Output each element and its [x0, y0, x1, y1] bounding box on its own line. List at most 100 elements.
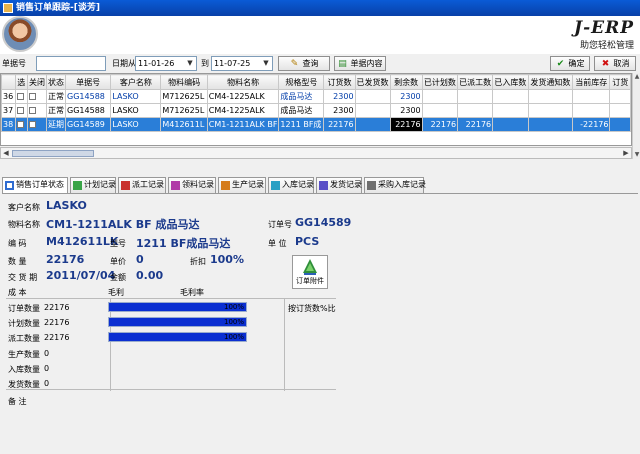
column-header[interactable]: 已发货数 — [354, 74, 391, 90]
quantity-label: 数 量 — [8, 257, 27, 266]
checkmark-icon: ✔ — [556, 59, 565, 69]
cell-stocked — [492, 117, 529, 132]
column-header[interactable]: 物料名称 — [206, 74, 280, 90]
purchase-icon — [367, 181, 376, 190]
chevron-down-icon[interactable]: ▼ — [261, 58, 271, 69]
search-icon: ✎ — [290, 59, 299, 69]
close-icon: ✖ — [601, 59, 610, 69]
progress-value: 0 — [44, 364, 50, 373]
tab-stock-in-records[interactable]: 入库记录 — [268, 177, 314, 193]
progress-percent: 100% — [223, 318, 244, 326]
tab-purchase-stock-in-records[interactable]: 采购入库记录 — [364, 177, 426, 193]
column-header[interactable]: 已派工数 — [457, 74, 494, 90]
cell-dispatched: 22176 — [457, 117, 494, 132]
cancel-button-label: 取消 — [613, 59, 630, 68]
cell-extra — [609, 89, 631, 104]
tab-label: 发货记录 — [330, 180, 362, 189]
column-header[interactable]: 发货通知数 — [527, 74, 574, 90]
cell-material-code: M712625L — [160, 103, 208, 118]
tab-shipping-records[interactable]: 发货记录 — [316, 177, 362, 193]
column-header[interactable]: 已计划数 — [421, 74, 459, 90]
close-checkbox[interactable] — [27, 103, 48, 118]
column-header[interactable]: 物料编码 — [160, 74, 208, 90]
cell-ordered: 2300 — [323, 103, 356, 118]
cell-shipped — [354, 103, 391, 118]
column-header[interactable]: 规格型号 — [278, 74, 325, 90]
scrollbar-thumb[interactable] — [12, 150, 94, 157]
order-attachment-button[interactable]: 订单附件 — [292, 255, 328, 289]
column-header[interactable]: 客户名称 — [110, 74, 162, 90]
confirm-button[interactable]: ✔ 确定 — [550, 56, 590, 71]
model-value: 1211 BF成品马达 — [136, 237, 231, 250]
cancel-button[interactable]: ✖ 取消 — [594, 56, 636, 71]
unit-label: 单 位 — [268, 239, 287, 248]
scroll-up-arrow-icon[interactable]: ▲ — [633, 73, 640, 81]
column-header[interactable]: 关闭 — [27, 74, 48, 90]
close-checkbox[interactable] — [27, 89, 48, 104]
column-header[interactable]: 单据号 — [65, 74, 112, 90]
tab-label: 计划记录 — [84, 180, 116, 189]
select-checkbox[interactable] — [14, 89, 29, 104]
order-content-button[interactable]: ▤ 单据内容 — [334, 56, 386, 71]
vertical-scrollbar[interactable]: ▲ ▼ — [632, 73, 640, 159]
cell-spec: 成品马达 — [278, 89, 325, 104]
column-header[interactable]: 选 — [14, 74, 29, 90]
date-to-picker[interactable]: 11-07-25 ▼ — [211, 56, 273, 71]
gross-profit-label: 毛利 — [108, 288, 124, 297]
table-row[interactable]: 37 正常 GG14588 LASKO M712625L CM4-1225ALK… — [1, 103, 631, 118]
column-header[interactable]: 订货数 — [323, 74, 356, 90]
tab-order-status[interactable]: 销售订单状态 — [2, 177, 68, 194]
material-icon — [171, 181, 180, 190]
cell-remaining: 2300 — [389, 89, 423, 104]
query-button[interactable]: ✎ 查询 — [278, 56, 330, 71]
discount-value: 100% — [210, 253, 244, 266]
progress-value: 0 — [44, 349, 50, 358]
select-checkbox[interactable] — [14, 103, 29, 118]
chevron-down-icon[interactable]: ▼ — [185, 58, 195, 69]
progress-label: 入库数量 — [8, 365, 40, 374]
tab-label: 领料记录 — [182, 180, 214, 189]
attachment-label: 订单附件 — [296, 277, 324, 285]
table-row-selected[interactable]: 38 延期 GG14589 LASKO M412611L CM1-1211ALK… — [1, 117, 631, 132]
cell-material-name: CM4-1225ALK — [206, 103, 280, 118]
column-header[interactable]: 状态 — [46, 74, 67, 90]
scroll-down-arrow-icon[interactable]: ▼ — [633, 151, 640, 159]
tab-material-records[interactable]: 领料记录 — [168, 177, 216, 193]
avatar — [2, 16, 38, 52]
row-number-header — [1, 74, 16, 90]
brand-slogan: 助您轻松管理 — [579, 41, 634, 51]
dispatch-icon — [121, 181, 130, 190]
production-icon — [221, 181, 230, 190]
tab-label: 采购入库记录 — [378, 180, 426, 189]
progress-label: 订单数量 — [8, 304, 40, 313]
cell-remaining: 2300 — [389, 103, 423, 118]
table-row[interactable]: 36 正常 GG14588 LASKO M712625L CM4-1225ALK… — [1, 89, 631, 104]
row-number: 36 — [1, 89, 16, 104]
order-no-label: 订单号 — [268, 220, 292, 229]
tab-production-records[interactable]: 生产记录 — [218, 177, 266, 193]
column-header[interactable]: 已入库数 — [492, 74, 529, 90]
confirm-button-label: 确定 — [568, 59, 585, 68]
column-header[interactable]: 订货 — [609, 74, 631, 90]
scroll-right-arrow-icon[interactable]: ▶ — [621, 148, 631, 158]
progress-value: 22176 — [44, 303, 70, 312]
tab-dispatch-records[interactable]: 派工记录 — [118, 177, 166, 193]
date-from-picker[interactable]: 11-01-26 ▼ — [135, 56, 197, 71]
tab-plan-records[interactable]: 计划记录 — [70, 177, 116, 193]
query-button-label: 查询 — [302, 59, 319, 68]
row-number: 37 — [1, 103, 16, 118]
horizontal-scrollbar[interactable]: ◀ ▶ — [0, 147, 632, 159]
cell-customer: LASKO — [110, 103, 162, 118]
order-number-input[interactable] — [36, 56, 106, 71]
progress-bar: 100% — [108, 332, 247, 342]
header-banner: J-ERP 助您轻松管理 — [0, 16, 640, 54]
discount-label: 折扣 — [190, 257, 206, 266]
cell-planned — [421, 89, 459, 104]
progress-section: 按订货数%比 订单数量 22176 100% 计划数量 22176 100% 派… — [6, 298, 336, 391]
column-header[interactable]: 剩余数 — [389, 74, 423, 90]
column-header[interactable]: 当前库存 — [572, 74, 611, 90]
close-checkbox[interactable] — [27, 117, 48, 132]
scroll-left-arrow-icon[interactable]: ◀ — [1, 148, 11, 158]
date-to-label: 到 — [201, 59, 209, 68]
select-checkbox[interactable] — [14, 117, 29, 132]
